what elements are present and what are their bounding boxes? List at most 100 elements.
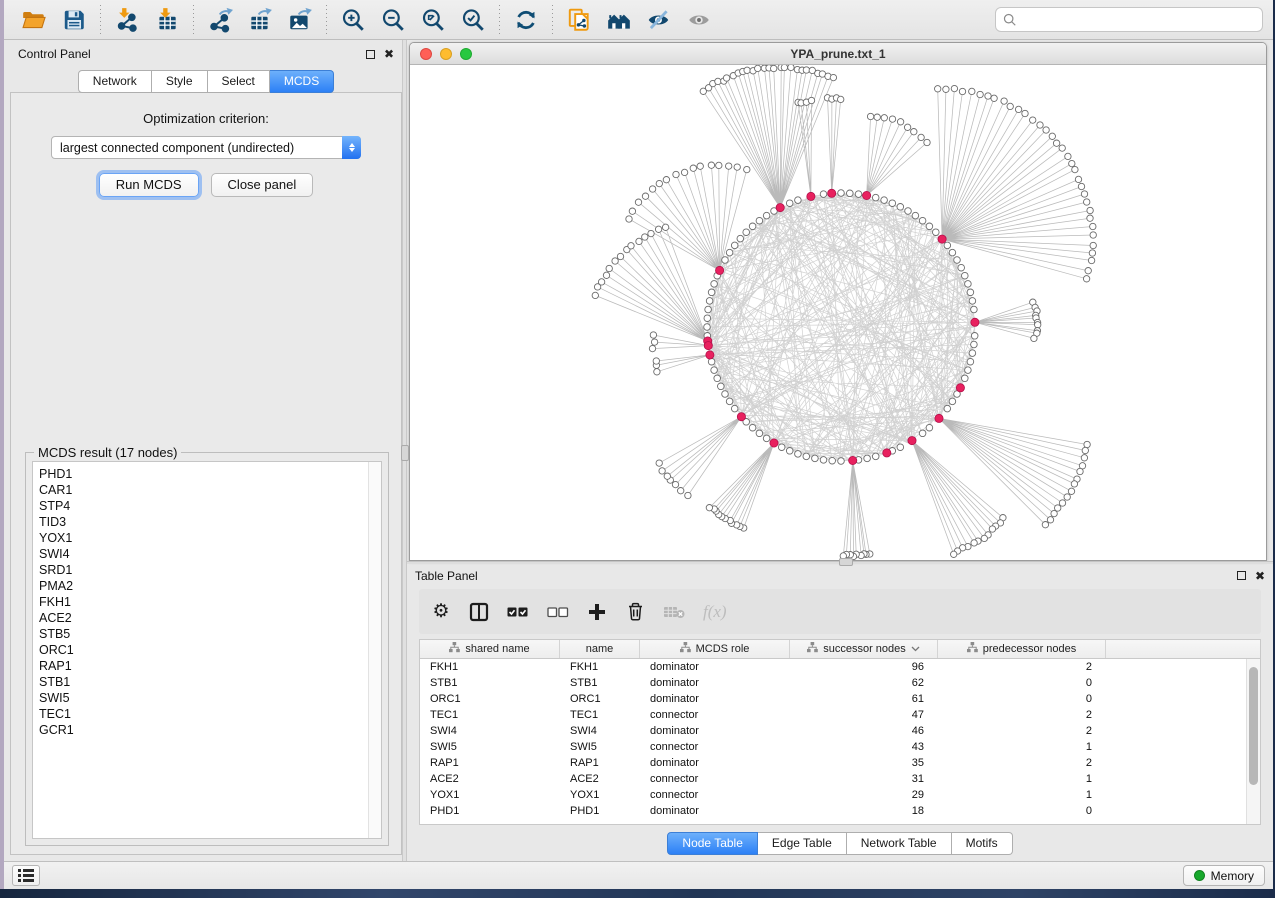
graph-node[interactable] <box>1071 481 1077 487</box>
graph-node[interactable] <box>1030 117 1036 123</box>
graph-mcds-node[interactable] <box>908 437 916 445</box>
graph-node[interactable] <box>708 358 715 365</box>
graph-node[interactable] <box>1085 268 1091 274</box>
cell-predecessor-nodes[interactable]: 1 <box>938 789 1106 801</box>
cell-name[interactable]: SWI4 <box>560 725 640 737</box>
cell-shared-name[interactable]: ORC1 <box>420 693 560 705</box>
graph-node[interactable] <box>967 358 974 365</box>
mcds-result-item[interactable]: ORC1 <box>39 642 368 658</box>
graph-node[interactable] <box>830 74 836 80</box>
graph-mcds-node[interactable] <box>776 204 784 212</box>
graph-mcds-node[interactable] <box>883 449 891 457</box>
graph-node[interactable] <box>1035 322 1041 328</box>
cell-mcds-role[interactable]: dominator <box>640 693 790 705</box>
graph-node[interactable] <box>872 453 879 460</box>
graph-mcds-node[interactable] <box>938 235 946 243</box>
graph-node[interactable] <box>714 375 721 382</box>
mcds-list-scrollbar[interactable] <box>368 462 381 838</box>
graph-node[interactable] <box>636 238 642 244</box>
column-visibility-icon[interactable] <box>469 602 489 622</box>
run-mcds-button[interactable]: Run MCDS <box>99 173 199 197</box>
tab-network-table[interactable]: Network Table <box>847 832 952 855</box>
cell-mcds-role[interactable]: dominator <box>640 725 790 737</box>
cell-name[interactable]: ORC1 <box>560 693 640 705</box>
destroy-table-icon[interactable] <box>663 605 685 619</box>
cell-shared-name[interactable]: SWI4 <box>420 725 560 737</box>
graph-node[interactable] <box>926 424 933 431</box>
graph-node[interactable] <box>781 65 787 71</box>
select-all-icon[interactable] <box>507 606 529 618</box>
graph-node[interactable] <box>965 281 972 288</box>
close-panel-icon[interactable]: ✖ <box>384 48 394 60</box>
graph-node[interactable] <box>897 444 904 451</box>
cell-mcds-role[interactable]: dominator <box>640 677 790 689</box>
graph-node[interactable] <box>1037 122 1043 128</box>
mcds-result-item[interactable]: RAP1 <box>39 658 368 674</box>
mcds-result-item[interactable]: PMA2 <box>39 578 368 594</box>
graph-node[interactable] <box>681 169 687 175</box>
mcds-result-item[interactable]: YOX1 <box>39 530 368 546</box>
cell-name[interactable]: SWI5 <box>560 741 640 753</box>
graph-node[interactable] <box>626 216 632 222</box>
cell-shared-name[interactable]: SWI5 <box>420 741 560 753</box>
mcds-result-item[interactable]: TID3 <box>39 514 368 530</box>
cell-mcds-role[interactable]: connector <box>640 741 790 753</box>
graph-node[interactable] <box>935 86 941 92</box>
cell-successor-nodes[interactable]: 96 <box>790 661 938 673</box>
graph-node[interactable] <box>1090 232 1096 238</box>
graph-node[interactable] <box>1090 223 1096 229</box>
tab-motifs[interactable]: Motifs <box>952 832 1013 855</box>
graph-node[interactable] <box>690 165 696 171</box>
graph-node[interactable] <box>912 212 919 219</box>
mcds-result-item[interactable]: ACE2 <box>39 610 368 626</box>
graph-node[interactable] <box>1015 106 1021 112</box>
graph-node[interactable] <box>951 85 957 91</box>
graph-node[interactable] <box>697 163 703 169</box>
zoom-fit-icon[interactable] <box>413 4 453 36</box>
cell-predecessor-nodes[interactable]: 2 <box>938 709 1106 721</box>
graph-node[interactable] <box>663 177 669 183</box>
graph-node[interactable] <box>628 243 634 249</box>
graph-node[interactable] <box>872 194 879 201</box>
network-canvas[interactable] <box>410 65 1266 561</box>
graph-node[interactable] <box>1087 215 1093 221</box>
graph-node[interactable] <box>949 249 956 256</box>
graph-node[interactable] <box>1078 183 1084 189</box>
cell-name[interactable]: YOX1 <box>560 789 640 801</box>
cell-predecessor-nodes[interactable]: 2 <box>938 661 1106 673</box>
search-box[interactable] <box>995 7 1263 32</box>
graph-node[interactable] <box>977 91 983 97</box>
graph-node[interactable] <box>918 134 924 140</box>
cell-name[interactable]: RAP1 <box>560 757 640 769</box>
import-table-icon[interactable] <box>147 4 187 36</box>
graph-node[interactable] <box>771 65 777 71</box>
cell-successor-nodes[interactable]: 35 <box>790 757 938 769</box>
mcds-result-item[interactable]: FKH1 <box>39 594 368 610</box>
graph-node[interactable] <box>726 249 733 256</box>
graph-node[interactable] <box>838 458 845 465</box>
graph-node[interactable] <box>708 289 715 296</box>
table-row[interactable]: SWI4SWI4dominator462 <box>420 723 1260 739</box>
table-row[interactable]: RAP1RAP1dominator352 <box>420 755 1260 771</box>
graph-node[interactable] <box>926 223 933 230</box>
graph-node[interactable] <box>726 398 733 405</box>
graph-node[interactable] <box>788 65 794 71</box>
graph-node[interactable] <box>731 405 738 412</box>
tab-style[interactable]: Style <box>152 70 208 93</box>
graph-node[interactable] <box>958 264 965 271</box>
graph-node[interactable] <box>881 197 888 204</box>
graph-node[interactable] <box>954 257 961 264</box>
cell-successor-nodes[interactable]: 47 <box>790 709 938 721</box>
table-row[interactable]: ACE2ACE2connector311 <box>420 771 1260 787</box>
cell-mcds-role[interactable]: dominator <box>640 805 790 817</box>
graph-node[interactable] <box>664 473 670 479</box>
graph-node[interactable] <box>1065 153 1071 159</box>
graph-mcds-node[interactable] <box>770 439 778 447</box>
graph-mcds-node[interactable] <box>706 351 714 359</box>
graph-node[interactable] <box>734 164 740 170</box>
graph-node[interactable] <box>933 229 940 236</box>
float-panel-icon[interactable] <box>366 50 375 59</box>
graph-node[interactable] <box>685 492 691 498</box>
cell-name[interactable]: ACE2 <box>560 773 640 785</box>
tab-network[interactable]: Network <box>78 70 152 93</box>
